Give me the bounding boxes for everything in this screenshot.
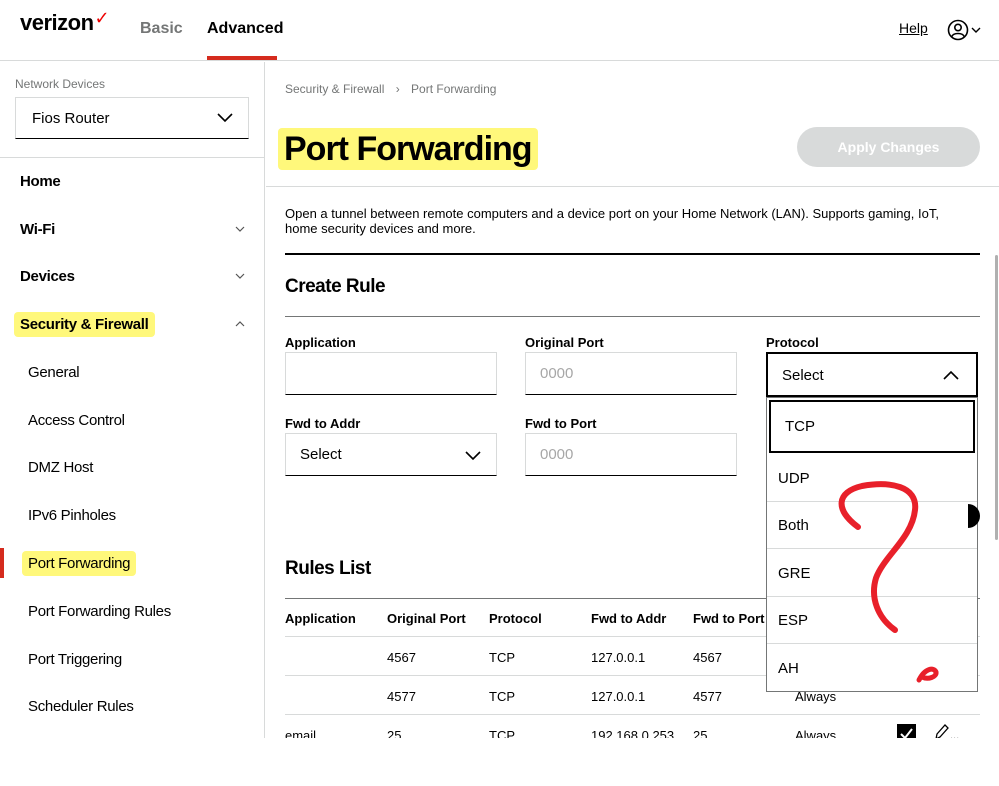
breadcrumb: Security & Firewall › Port Forwarding	[285, 82, 496, 96]
application-label: Application	[285, 335, 356, 350]
protocol-option-gre[interactable]: GRE	[767, 550, 977, 597]
cell-protocol: TCP	[489, 689, 515, 704]
chevron-right-icon: ›	[395, 82, 400, 96]
bottom-blank-area	[0, 738, 999, 786]
logo-check: ✓	[94, 8, 110, 28]
tab-advanced[interactable]: Advanced	[207, 20, 283, 38]
cell-fwd-port: 4567	[693, 650, 722, 665]
device-dropdown[interactable]: Fios Router	[15, 97, 249, 139]
sidebar-item-port-triggering[interactable]: Port Triggering	[28, 651, 122, 668]
page-description: Open a tunnel between remote computers a…	[285, 206, 939, 236]
sidebar-item-label: Security & Firewall	[14, 312, 155, 337]
active-tab-indicator	[207, 56, 277, 60]
device-dropdown-value: Fios Router	[32, 110, 110, 127]
protocol-option-esp[interactable]: ESP	[767, 597, 977, 644]
sidebar-item-scheduler-rules[interactable]: Scheduler Rules	[28, 698, 134, 715]
sidebar-item-ipv6-pinholes[interactable]: IPv6 Pinholes	[28, 507, 116, 524]
fwd-to-port-input[interactable]: 0000	[525, 433, 737, 476]
section-divider	[285, 316, 980, 317]
sidebar-item-label: Devices	[20, 268, 75, 285]
chevron-down-icon	[217, 113, 233, 123]
sidebar-item-security-firewall[interactable]: Security & Firewall	[14, 312, 245, 337]
page-title-text: Port Forwarding	[278, 128, 538, 170]
fwd-to-port-label: Fwd to Port	[525, 416, 597, 431]
breadcrumb-parent[interactable]: Security & Firewall	[285, 82, 384, 96]
title-divider	[266, 186, 999, 187]
cell-fwd-addr: 127.0.0.1	[591, 689, 646, 704]
protocol-option-tcp[interactable]: TCP	[769, 400, 975, 453]
protocol-dropdown-value: Select	[782, 367, 824, 384]
top-bar: verizon✓ Basic Advanced Help	[0, 0, 999, 61]
sidebar-item-label: Wi-Fi	[20, 221, 56, 238]
fwd-to-addr-label: Fwd to Addr	[285, 416, 361, 431]
page-title: Port Forwarding	[278, 128, 538, 170]
cell-fwd-port: 4577	[693, 689, 722, 704]
column-header-fwd-to-port: Fwd to Port	[693, 611, 765, 626]
protocol-option-udp[interactable]: UDP	[767, 455, 977, 502]
protocol-option-both[interactable]: Both	[767, 502, 977, 549]
cell-fwd-addr: 127.0.0.1	[591, 650, 646, 665]
protocol-options-menu: TCP UDP Both GRE ESP AH	[766, 397, 978, 692]
application-input[interactable]	[285, 352, 497, 395]
active-item-indicator	[0, 548, 4, 578]
network-devices-label: Network Devices	[15, 77, 106, 91]
fwd-to-addr-value: Select	[300, 446, 342, 463]
rules-list-title: Rules List	[285, 558, 371, 579]
logo-text: verizon	[20, 10, 94, 35]
sidebar-item-access-control[interactable]: Access Control	[28, 412, 125, 429]
original-port-input[interactable]: 0000	[525, 352, 737, 395]
cell-original-port: 4567	[387, 650, 416, 665]
fwd-to-addr-dropdown[interactable]: Select	[285, 433, 497, 476]
create-rule-title: Create Rule	[285, 276, 386, 297]
protocol-label: Protocol	[766, 335, 819, 350]
column-header-application: Application	[285, 611, 356, 626]
chevron-down-icon	[235, 226, 245, 232]
help-link[interactable]: Help	[899, 20, 928, 36]
sidebar-item-home[interactable]: Home	[20, 173, 61, 190]
toggle-edge-icon	[968, 504, 980, 528]
protocol-option-ah[interactable]: AH	[767, 645, 977, 692]
chevron-down-icon	[465, 451, 481, 461]
sidebar-item-port-forwarding-rules[interactable]: Port Forwarding Rules	[28, 603, 171, 620]
user-circle-icon	[947, 19, 981, 41]
sidebar-item-devices[interactable]: Devices	[20, 268, 245, 285]
table-divider	[285, 714, 980, 715]
breadcrumb-current: Port Forwarding	[411, 82, 497, 96]
column-header-fwd-to-addr: Fwd to Addr	[591, 611, 667, 626]
column-header-protocol: Protocol	[489, 611, 542, 626]
sidebar-item-port-forwarding[interactable]: Port Forwarding	[22, 551, 137, 576]
sidebar-divider	[0, 157, 265, 158]
sidebar-item-label: Port Forwarding	[22, 551, 137, 576]
chevron-down-icon	[235, 273, 245, 279]
cell-protocol: TCP	[489, 650, 515, 665]
cell-original-port: 4577	[387, 689, 416, 704]
column-header-original-port: Original Port	[387, 611, 466, 626]
section-divider	[285, 253, 980, 255]
protocol-dropdown[interactable]: Select	[766, 352, 978, 397]
account-menu-button[interactable]	[947, 18, 987, 42]
original-port-label: Original Port	[525, 335, 604, 350]
apply-changes-button[interactable]: Apply Changes	[797, 127, 980, 167]
chevron-up-icon	[235, 321, 245, 327]
sidebar-item-general[interactable]: General	[28, 364, 80, 381]
sidebar: Network Devices Fios Router Home Wi-Fi D…	[0, 62, 265, 738]
sidebar-item-wifi[interactable]: Wi-Fi	[20, 221, 245, 238]
chevron-up-icon	[943, 370, 959, 380]
scrollbar[interactable]	[995, 255, 998, 540]
tab-basic[interactable]: Basic	[140, 20, 183, 38]
sidebar-item-dmz-host[interactable]: DMZ Host	[28, 459, 93, 476]
verizon-logo[interactable]: verizon✓	[20, 8, 110, 36]
